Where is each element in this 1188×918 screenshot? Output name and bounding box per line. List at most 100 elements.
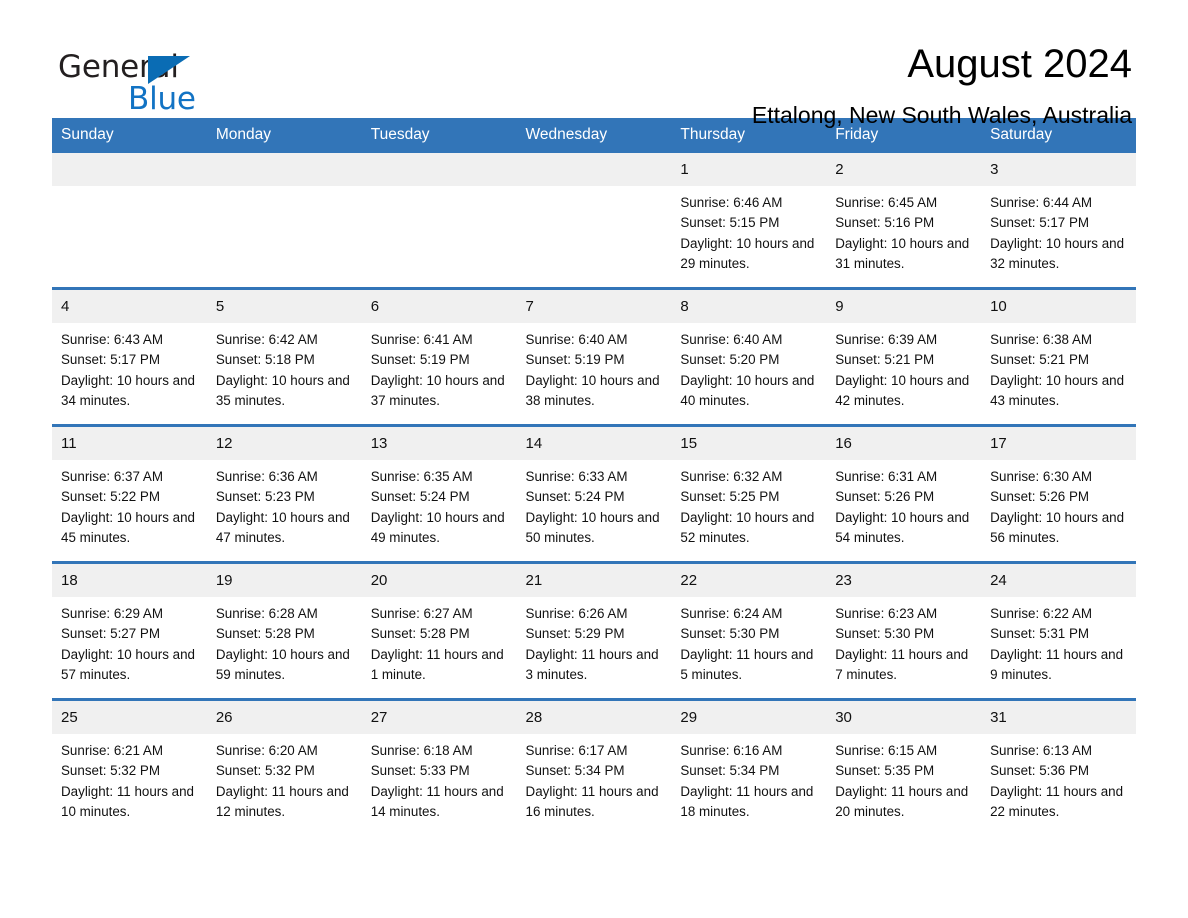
daylight-text: Daylight: 10 hours and 57 minutes.	[61, 646, 195, 683]
daylight-text: Daylight: 10 hours and 42 minutes.	[835, 372, 970, 409]
daylight-text: Daylight: 10 hours and 32 minutes.	[990, 235, 1125, 272]
location-subtitle: Ettalong, New South Wales, Australia	[751, 102, 1132, 128]
sunrise-text: Sunrise: 6:29 AM	[61, 606, 163, 621]
calendar-day[interactable]: 11 Sunrise: 6:37 AM Sunset: 5:22 PM Dayligh…	[52, 427, 207, 561]
sunset-text: Sunset: 5:31 PM	[990, 626, 1090, 642]
calendar-day-empty	[206, 153, 362, 287]
calendar-day[interactable]: 1 Sunrise: 6:46 AM Sunset: 5:15 PM Daylight…	[671, 153, 827, 287]
day-number: 29	[671, 701, 827, 734]
calendar-day[interactable]: 17 Sunrise: 6:30 AM Sunset: 5:26 PM Dayligh…	[981, 427, 1136, 561]
day-details: Sunrise: 6:42 AM Sunset: 5:18 PM Daylight:…	[207, 323, 362, 412]
calendar-cell: 12 Sunrise: 6:36 AM Sunset: 5:23 PM Dayligh…	[206, 424, 362, 563]
day-number: 10	[981, 290, 1136, 323]
day-details: Sunrise: 6:26 AM Sunset: 5:29 PM Daylight:…	[517, 597, 672, 686]
sunset-text: Sunset: 5:28 PM	[215, 626, 315, 642]
day-number: 7	[516, 290, 672, 323]
calendar-day[interactable]: 9 Sunrise: 6:39 AM Sunset: 5:21 PM Daylight…	[826, 290, 982, 424]
calendar-day[interactable]: 25 Sunrise: 6:21 AM Sunset: 5:32 PM Dayligh…	[52, 701, 207, 835]
calendar-day[interactable]: 28 Sunrise: 6:17 AM Sunset: 5:34 PM Dayligh…	[516, 701, 672, 835]
sunset-text: Sunset: 5:32 PM	[61, 763, 160, 779]
calendar-day[interactable]: 3 Sunrise: 6:44 AM Sunset: 5:17 PM Daylight…	[981, 153, 1136, 287]
day-number: 24	[981, 564, 1136, 597]
sunset-text: Sunset: 5:15 PM	[680, 215, 780, 231]
day-details: Sunrise: 6:23 AM Sunset: 5:30 PM Daylight:…	[826, 597, 981, 686]
sunset-text: Sunset: 5:21 PM	[835, 352, 935, 368]
sunset-text: Sunset: 5:30 PM	[835, 626, 935, 642]
daylight-text: Daylight: 10 hours and 43 minutes.	[990, 372, 1125, 409]
calendar-day-empty	[361, 153, 517, 287]
calendar-day[interactable]: 10 Sunrise: 6:38 AM Sunset: 5:21 PM Dayligh…	[981, 290, 1136, 424]
daylight-text: Daylight: 11 hours and 5 minutes.	[680, 646, 814, 683]
day-number	[206, 153, 362, 186]
weekday-header-sunday: Sunday	[52, 118, 207, 153]
calendar-day[interactable]: 31 Sunrise: 6:13 AM Sunset: 5:36 PM Dayligh…	[981, 701, 1136, 835]
calendar-day[interactable]: 14 Sunrise: 6:33 AM Sunset: 5:24 PM Dayligh…	[516, 427, 672, 561]
sunrise-text: Sunrise: 6:37 AM	[61, 469, 163, 484]
daylight-text: Daylight: 11 hours and 16 minutes.	[525, 783, 659, 820]
calendar-cell: 5 Sunrise: 6:42 AM Sunset: 5:18 PM Daylight…	[206, 287, 362, 426]
weekday-header-monday: Monday	[206, 118, 362, 153]
day-number	[52, 153, 207, 186]
sunset-text: Sunset: 5:26 PM	[990, 489, 1090, 505]
calendar-cell: 26 Sunrise: 6:20 AM Sunset: 5:32 PM Dayligh…	[206, 698, 362, 835]
calendar-cell: 8 Sunrise: 6:40 AM Sunset: 5:20 PM Daylight…	[671, 287, 827, 426]
calendar-day[interactable]: 8 Sunrise: 6:40 AM Sunset: 5:20 PM Daylight…	[671, 290, 827, 424]
calendar-day[interactable]: 23 Sunrise: 6:23 AM Sunset: 5:30 PM Dayligh…	[826, 564, 982, 698]
page-header: General Blue August 2024 Ettalong, New S…	[52, 0, 1136, 127]
calendar-day[interactable]: 4 Sunrise: 6:43 AM Sunset: 5:17 PM Daylight…	[52, 290, 207, 424]
day-details: Sunrise: 6:35 AM Sunset: 5:24 PM Daylight:…	[362, 460, 517, 549]
day-details: Sunrise: 6:40 AM Sunset: 5:20 PM Daylight:…	[671, 323, 826, 412]
calendar-day[interactable]: 24 Sunrise: 6:22 AM Sunset: 5:31 PM Dayligh…	[981, 564, 1136, 698]
calendar-cell: 13 Sunrise: 6:35 AM Sunset: 5:24 PM Dayligh…	[361, 424, 517, 563]
calendar-day[interactable]: 2 Sunrise: 6:45 AM Sunset: 5:16 PM Daylight…	[826, 153, 982, 287]
sunset-text: Sunset: 5:17 PM	[61, 352, 160, 368]
day-details: Sunrise: 6:33 AM Sunset: 5:24 PM Daylight:…	[517, 460, 672, 549]
calendar-day[interactable]: 29 Sunrise: 6:16 AM Sunset: 5:34 PM Dayligh…	[671, 701, 827, 835]
day-details: Sunrise: 6:32 AM Sunset: 5:25 PM Daylight:…	[671, 460, 826, 549]
sunset-text: Sunset: 5:21 PM	[990, 352, 1090, 368]
calendar-day[interactable]: 16 Sunrise: 6:31 AM Sunset: 5:26 PM Dayligh…	[826, 427, 982, 561]
calendar-day[interactable]: 13 Sunrise: 6:35 AM Sunset: 5:24 PM Dayligh…	[361, 427, 517, 561]
sunset-text: Sunset: 5:20 PM	[680, 352, 780, 368]
day-details: Sunrise: 6:21 AM Sunset: 5:32 PM Daylight:…	[52, 734, 207, 823]
calendar-day[interactable]: 15 Sunrise: 6:32 AM Sunset: 5:25 PM Dayligh…	[671, 427, 827, 561]
day-number: 8	[671, 290, 827, 323]
calendar-day[interactable]: 18 Sunrise: 6:29 AM Sunset: 5:27 PM Dayligh…	[52, 564, 207, 698]
sunrise-text: Sunrise: 6:36 AM	[215, 469, 318, 484]
calendar-cell: 21 Sunrise: 6:26 AM Sunset: 5:29 PM Dayligh…	[516, 561, 672, 700]
sunrise-text: Sunrise: 6:46 AM	[680, 195, 783, 210]
calendar-day[interactable]: 7 Sunrise: 6:40 AM Sunset: 5:19 PM Daylight…	[516, 290, 672, 424]
sunrise-text: Sunrise: 6:31 AM	[835, 469, 938, 484]
calendar-cell: 28 Sunrise: 6:17 AM Sunset: 5:34 PM Dayligh…	[516, 698, 672, 835]
calendar-body: 1 Sunrise: 6:46 AM Sunset: 5:15 PM Daylight…	[52, 153, 1136, 835]
calendar-week-row: 1 Sunrise: 6:46 AM Sunset: 5:15 PM Daylight…	[52, 153, 1136, 289]
calendar-cell	[516, 153, 672, 289]
calendar-day[interactable]: 12 Sunrise: 6:36 AM Sunset: 5:23 PM Dayligh…	[206, 427, 362, 561]
calendar-day[interactable]: 19 Sunrise: 6:28 AM Sunset: 5:28 PM Dayligh…	[206, 564, 362, 698]
weekday-header-label: Tuesday	[370, 126, 430, 143]
calendar-day[interactable]: 26 Sunrise: 6:20 AM Sunset: 5:32 PM Dayligh…	[206, 701, 362, 835]
daylight-text: Daylight: 11 hours and 9 minutes.	[990, 646, 1124, 683]
weekday-header-wednesday: Wednesday	[516, 118, 672, 153]
day-details: Sunrise: 6:40 AM Sunset: 5:19 PM Daylight:…	[517, 323, 672, 412]
calendar-cell: 17 Sunrise: 6:30 AM Sunset: 5:26 PM Dayligh…	[981, 424, 1136, 563]
daylight-text: Daylight: 10 hours and 47 minutes.	[215, 509, 350, 546]
calendar-day[interactable]: 30 Sunrise: 6:15 AM Sunset: 5:35 PM Dayligh…	[826, 701, 982, 835]
sunrise-text: Sunrise: 6:20 AM	[215, 743, 318, 758]
calendar-day[interactable]: 5 Sunrise: 6:42 AM Sunset: 5:18 PM Daylight…	[206, 290, 362, 424]
generalblue-logo[interactable]: General Blue	[52, 44, 202, 120]
calendar-day[interactable]: 22 Sunrise: 6:24 AM Sunset: 5:30 PM Dayligh…	[671, 564, 827, 698]
calendar-cell: 24 Sunrise: 6:22 AM Sunset: 5:31 PM Dayligh…	[981, 561, 1136, 700]
calendar-cell: 18 Sunrise: 6:29 AM Sunset: 5:27 PM Dayligh…	[52, 561, 207, 700]
calendar-day[interactable]: 6 Sunrise: 6:41 AM Sunset: 5:19 PM Daylight…	[361, 290, 517, 424]
sunrise-text: Sunrise: 6:33 AM	[525, 469, 628, 484]
calendar-day-empty	[516, 153, 672, 287]
calendar-cell	[206, 153, 362, 289]
weekday-header-label: Monday	[215, 126, 271, 143]
calendar-week-row: 11 Sunrise: 6:37 AM Sunset: 5:22 PM Dayligh…	[52, 424, 1136, 563]
calendar-day[interactable]: 20 Sunrise: 6:27 AM Sunset: 5:28 PM Dayligh…	[361, 564, 517, 698]
calendar-day[interactable]: 21 Sunrise: 6:26 AM Sunset: 5:29 PM Dayligh…	[516, 564, 672, 698]
day-number: 14	[516, 427, 672, 460]
calendar-cell: 6 Sunrise: 6:41 AM Sunset: 5:19 PM Daylight…	[361, 287, 517, 426]
calendar-day[interactable]: 27 Sunrise: 6:18 AM Sunset: 5:33 PM Dayligh…	[361, 701, 517, 835]
